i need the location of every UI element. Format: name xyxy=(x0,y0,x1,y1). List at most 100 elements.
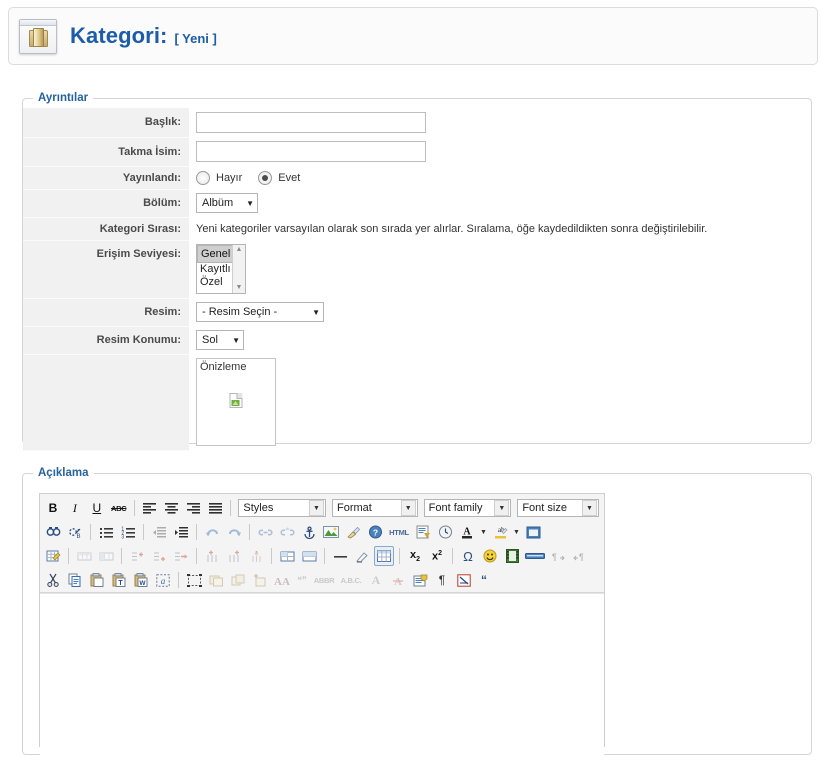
page-break-icon[interactable] xyxy=(524,546,546,566)
listbox-option-ozel[interactable]: Özel xyxy=(197,276,232,289)
chevron-down-icon: ▼ xyxy=(246,198,254,208)
toolbar-row-4: T W a AA ❝❞ ABBR A.B.C. A ¶ “ xyxy=(40,568,604,592)
insert-layer-icon[interactable] xyxy=(250,570,270,590)
svg-text:a: a xyxy=(161,576,166,586)
cut-icon[interactable] xyxy=(43,570,63,590)
align-right-icon[interactable] xyxy=(184,498,204,518)
help-icon[interactable]: ? xyxy=(365,522,385,542)
resim-konumu-select[interactable]: Sol ▼ xyxy=(196,330,244,350)
paste-icon[interactable] xyxy=(87,570,107,590)
cleanup-icon[interactable] xyxy=(343,522,363,542)
merge-cells-icon[interactable] xyxy=(299,546,319,566)
listbox-option-genel[interactable]: Genel xyxy=(197,245,232,263)
insert-column-before-icon[interactable] xyxy=(202,546,222,566)
insert-ins-icon[interactable]: A xyxy=(388,570,408,590)
indent-icon[interactable] xyxy=(171,522,191,542)
underline-icon[interactable]: U xyxy=(87,498,107,518)
styles-dropdown[interactable]: Styles ▼ xyxy=(238,499,327,517)
strikethrough-icon[interactable]: ABC xyxy=(109,498,129,518)
bold-icon[interactable]: B xyxy=(43,498,63,518)
media-icon[interactable] xyxy=(502,546,522,566)
resim-select[interactable]: - Resim Seçin - ▼ xyxy=(196,302,324,322)
italic-icon[interactable]: I xyxy=(65,498,85,518)
baslik-input[interactable] xyxy=(196,112,426,133)
nonbreaking-icon[interactable] xyxy=(454,570,474,590)
fullscreen-icon[interactable] xyxy=(523,522,543,542)
erisim-seviyesi-listbox[interactable]: Genel Kayıtlı Özel ▲ ▼ xyxy=(196,244,246,294)
font-size-dropdown[interactable]: Font size ▼ xyxy=(517,499,599,517)
link-icon[interactable] xyxy=(255,522,275,542)
attributes-icon[interactable] xyxy=(410,570,430,590)
paste-word-icon[interactable]: W xyxy=(131,570,151,590)
rtl-icon[interactable]: ¶ xyxy=(570,546,590,566)
select-all-icon[interactable]: a xyxy=(153,570,173,590)
insert-table-icon[interactable] xyxy=(374,546,394,566)
anchor-icon[interactable] xyxy=(299,522,319,542)
align-center-icon[interactable] xyxy=(162,498,182,518)
align-justify-icon[interactable] xyxy=(205,498,225,518)
svg-text:W: W xyxy=(139,580,146,587)
citation-icon[interactable]: ❝❞ xyxy=(294,570,310,590)
acronym-icon[interactable]: A.B.C. xyxy=(338,570,364,590)
image-icon[interactable] xyxy=(321,522,341,542)
format-dropdown[interactable]: Format ▼ xyxy=(332,499,418,517)
toolbar-separator xyxy=(90,524,91,540)
svg-text:A: A xyxy=(463,527,471,538)
special-character-icon[interactable]: Ω xyxy=(458,546,478,566)
redo-icon[interactable] xyxy=(224,522,244,542)
text-color-caret[interactable]: ▼ xyxy=(479,522,488,542)
bolum-select[interactable]: Albüm ▼ xyxy=(196,193,258,213)
superscript-icon[interactable]: x2 xyxy=(427,546,447,566)
move-forward-icon[interactable] xyxy=(228,570,248,590)
background-color-icon[interactable]: ab xyxy=(490,522,510,542)
paste-text-icon[interactable]: T xyxy=(109,570,129,590)
ltr-icon[interactable]: ¶ xyxy=(548,546,568,566)
visual-aid-icon[interactable] xyxy=(184,570,204,590)
show-invisibles-icon[interactable]: ¶ xyxy=(432,570,452,590)
form-row-resim-konumu: Resim Konumu: Sol ▼ xyxy=(23,326,811,355)
emoticon-icon[interactable] xyxy=(480,546,500,566)
blockquote-icon[interactable]: “ xyxy=(476,570,492,590)
text-color-icon[interactable]: A xyxy=(457,522,477,542)
listbox-option-kayitli[interactable]: Kayıtlı xyxy=(197,263,232,276)
delete-column-icon[interactable] xyxy=(246,546,266,566)
scroll-down-icon[interactable]: ▼ xyxy=(236,283,243,293)
layer-icon[interactable] xyxy=(206,570,226,590)
listbox-scrollbar[interactable]: ▲ ▼ xyxy=(232,245,245,293)
insert-column-after-icon[interactable] xyxy=(224,546,244,566)
insert-del-icon[interactable]: A xyxy=(366,570,386,590)
bullet-list-icon[interactable] xyxy=(96,522,116,542)
replace-icon[interactable]: B xyxy=(65,522,85,542)
numbered-list-icon[interactable]: 123 xyxy=(118,522,138,542)
search-icon[interactable] xyxy=(43,522,63,542)
insert-row-after-icon[interactable] xyxy=(149,546,169,566)
insert-date-icon[interactable] xyxy=(435,522,455,542)
details-fieldset: Ayrıntılar Başlık: Takma İsim: Yayınland… xyxy=(22,92,812,451)
scroll-up-icon[interactable]: ▲ xyxy=(236,245,243,255)
outdent-icon[interactable] xyxy=(149,522,169,542)
radio-hayir[interactable] xyxy=(196,170,210,185)
html-icon[interactable]: HTML xyxy=(387,522,411,542)
undo-icon[interactable] xyxy=(202,522,222,542)
copy-icon[interactable] xyxy=(65,570,85,590)
row-properties-icon[interactable] xyxy=(74,546,94,566)
unlink-icon[interactable] xyxy=(277,522,297,542)
editor-content-area[interactable] xyxy=(40,593,604,770)
insert-row-before-icon[interactable] xyxy=(127,546,147,566)
horizontal-rule-icon[interactable] xyxy=(330,546,350,566)
absolute-position-icon[interactable]: AA xyxy=(272,570,292,590)
subscript-icon[interactable]: x2 xyxy=(405,546,425,566)
delete-row-icon[interactable] xyxy=(171,546,191,566)
edit-table-icon[interactable] xyxy=(43,546,63,566)
background-color-caret[interactable]: ▼ xyxy=(512,522,521,542)
toggle-editor-icon[interactable] xyxy=(413,522,433,542)
split-cells-icon[interactable] xyxy=(277,546,297,566)
takma-isim-input[interactable] xyxy=(196,141,426,162)
align-left-icon[interactable] xyxy=(140,498,160,518)
toolbar-separator xyxy=(121,548,122,564)
abbreviation-icon[interactable]: ABBR xyxy=(312,570,336,590)
font-family-dropdown[interactable]: Font family ▼ xyxy=(423,499,512,517)
radio-evet[interactable] xyxy=(258,170,273,185)
remove-format-icon[interactable] xyxy=(352,546,372,566)
cell-properties-icon[interactable] xyxy=(96,546,116,566)
